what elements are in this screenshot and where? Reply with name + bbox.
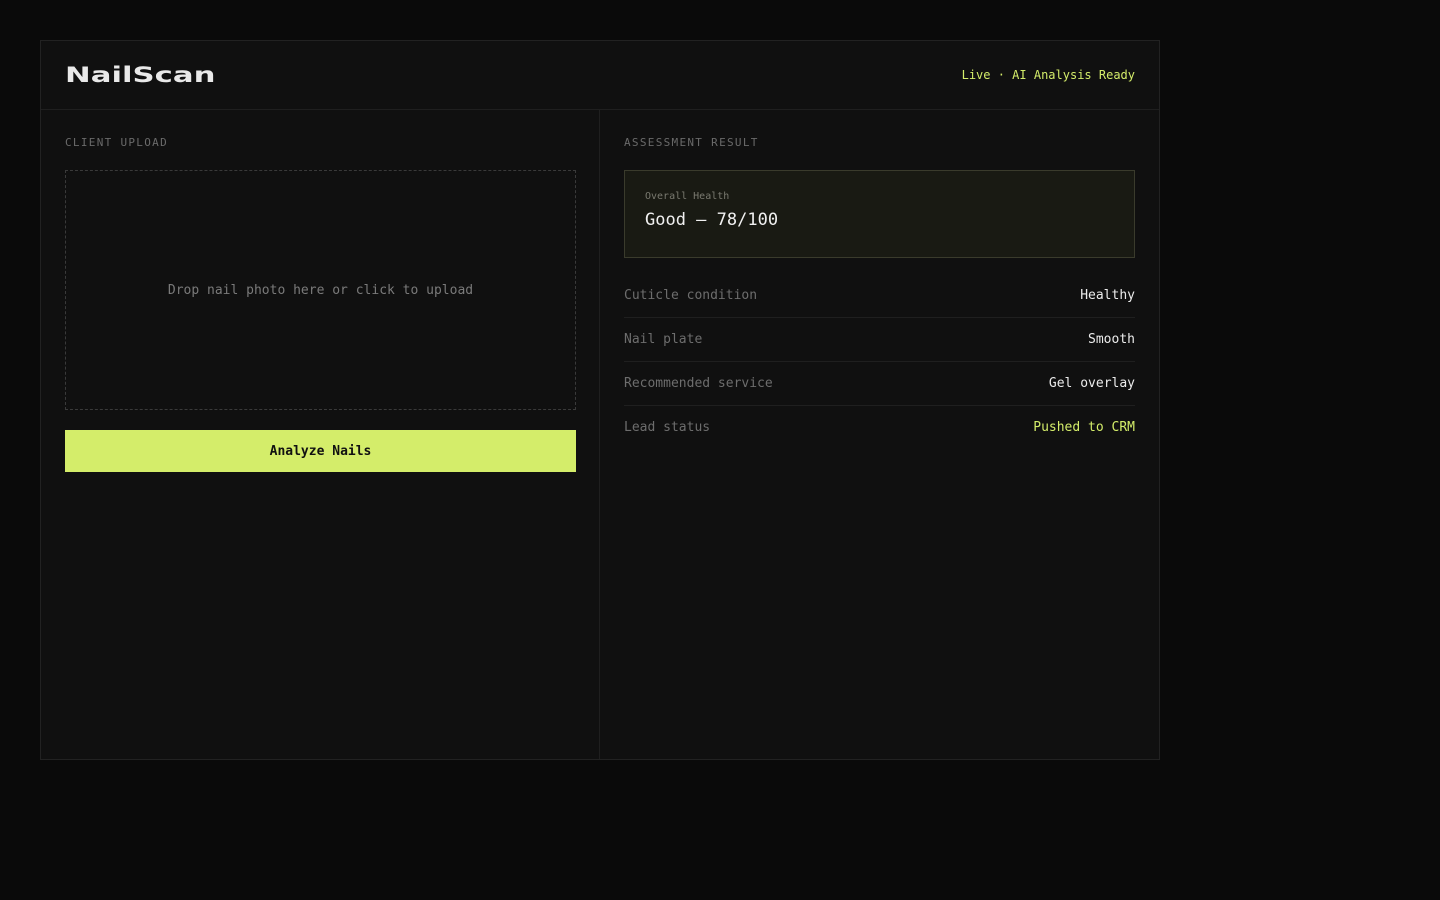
overall-health-label: Overall Health (645, 191, 730, 202)
assessment-row-nail-plate: Nail plate Smooth (624, 318, 1135, 362)
analyze-nails-button[interactable]: Analyze Nails (65, 430, 576, 472)
result-section-label: ASSESSMENT RESULT (624, 136, 759, 149)
main-content: CLIENT UPLOAD Drop nail photo here or cl… (41, 110, 1159, 759)
assessment-row-service: Recommended service Gel overlay (624, 362, 1135, 406)
assessment-row-label: Lead status (624, 420, 711, 435)
assessment-list: Cuticle condition Healthy Nail plate Smo… (624, 274, 1135, 449)
upload-section-label: CLIENT UPLOAD (65, 136, 168, 149)
assessment-row-label: Recommended service (624, 376, 773, 391)
assessment-row-cuticle: Cuticle condition Healthy (624, 274, 1135, 318)
app-window: NailScan Live · AI Analysis Ready CLIENT… (40, 40, 1160, 760)
app-logo: NailScan (65, 62, 216, 88)
assessment-row-value: Smooth (1088, 332, 1135, 347)
overall-health-value: Good — 78/100 (645, 210, 779, 230)
header: NailScan Live · AI Analysis Ready (41, 41, 1159, 110)
dropzone-text: Drop nail photo here or click to upload (167, 282, 474, 298)
assessment-row-label: Cuticle condition (624, 288, 758, 303)
assessment-row-value: Gel overlay (1048, 376, 1135, 391)
upload-dropzone[interactable]: Drop nail photo here or click to upload (65, 170, 576, 410)
result-panel: ASSESSMENT RESULT Overall Health Good — … (600, 110, 1159, 759)
status-indicator: Live · AI Analysis Ready (961, 68, 1135, 82)
assessment-row-lead-status: Lead status Pushed to CRM (624, 406, 1135, 449)
lead-status-value: Pushed to CRM (1033, 420, 1135, 435)
upload-panel: CLIENT UPLOAD Drop nail photo here or cl… (41, 110, 600, 759)
assessment-row-value: Healthy (1080, 288, 1135, 303)
assessment-row-label: Nail plate (624, 332, 703, 347)
overall-health-card: Overall Health Good — 78/100 (624, 170, 1135, 258)
